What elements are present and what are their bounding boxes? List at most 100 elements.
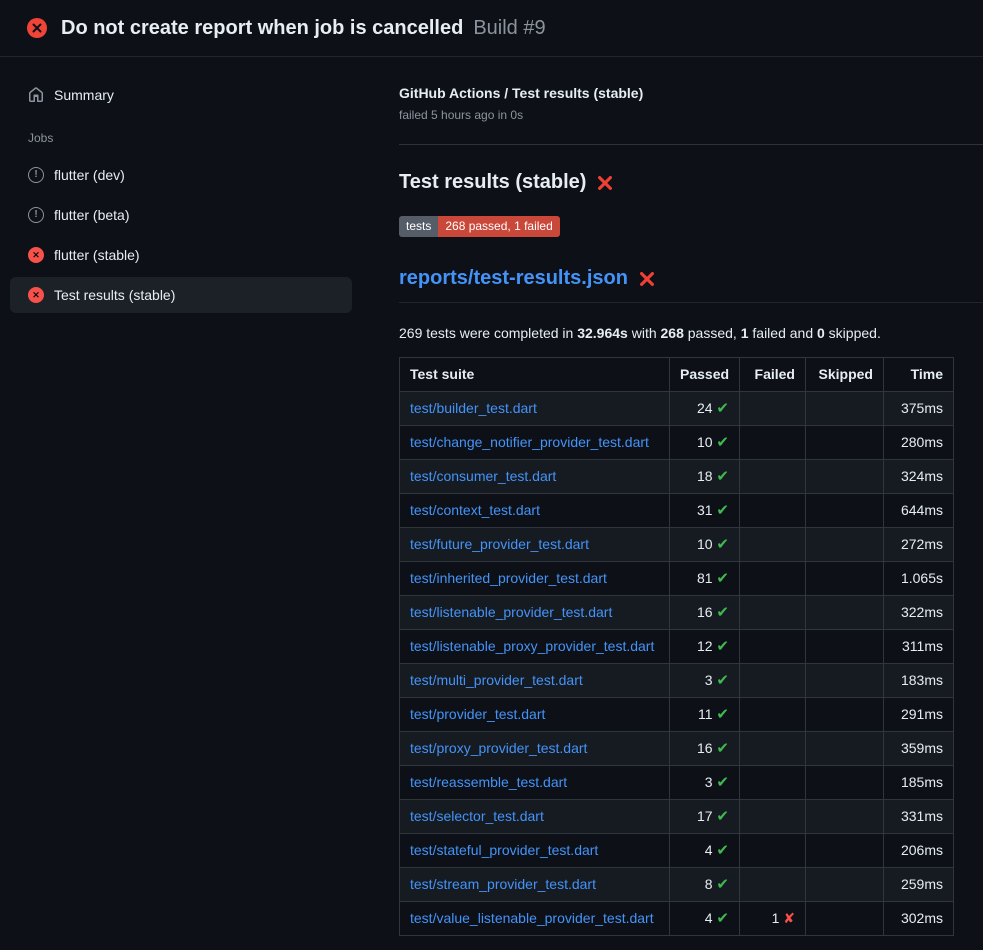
sidebar-item-summary[interactable]: Summary xyxy=(10,77,352,113)
check-mark-icon: ✔ xyxy=(716,604,729,621)
passed-cell: 24 ✔ xyxy=(670,392,740,426)
table-row: test/stateful_provider_test.dart4 ✔206ms xyxy=(400,834,954,868)
table-row: test/inherited_provider_test.dart 81 ✔ 1.0… xyxy=(400,562,954,596)
test-suite-link[interactable]: test/builder_test.dart xyxy=(410,400,537,416)
jobs-section-label: Jobs xyxy=(28,131,352,145)
table-row: test/proxy_provider_test.dart16 ✔359ms xyxy=(400,732,954,766)
run-title: Do not create report when job is cancell… xyxy=(61,17,463,40)
test-suite-link[interactable]: test/selector_test.dart xyxy=(410,808,544,824)
column-header-skipped: Skipped xyxy=(806,358,884,392)
summary-text: passed, xyxy=(684,325,741,341)
passed-cell: 81 ✔ xyxy=(670,562,740,596)
failed-cell xyxy=(740,494,806,528)
results-table-body: test/builder_test.dart24 ✔375mstest/chan… xyxy=(400,392,954,936)
test-suite-cell: test/consumer_test.dart xyxy=(400,460,670,494)
failed-cell xyxy=(740,766,806,800)
failed-cell xyxy=(740,800,806,834)
skipped-cell xyxy=(806,902,884,936)
time-cell: 183ms xyxy=(884,664,954,698)
skipped-cell xyxy=(806,834,884,868)
test-suite-link[interactable]: test/listenable_provider_test.dart xyxy=(410,604,612,620)
report-link[interactable]: reports/test-results.json xyxy=(399,267,628,290)
x-circle-icon xyxy=(27,18,47,38)
badge-label: tests xyxy=(399,216,438,237)
passed-cell: 12 ✔ xyxy=(670,630,740,664)
test-suite-link[interactable]: test/multi_provider_test.dart xyxy=(410,672,583,688)
failed-cell xyxy=(740,698,806,732)
test-suite-cell: test/future_provider_test.dart xyxy=(400,528,670,562)
passed-cell: 4 ✔ xyxy=(670,834,740,868)
passed-cell: 3 ✔ xyxy=(670,766,740,800)
test-suite-link[interactable]: test/context_test.dart xyxy=(410,502,540,518)
tests-badge: tests 268 passed, 1 failed xyxy=(399,216,560,237)
skipped-cell xyxy=(806,392,884,426)
passed-cell: 8 ✔ xyxy=(670,868,740,902)
test-suite-link[interactable]: test/reassemble_test.dart xyxy=(410,774,567,790)
badge-value: 268 passed, 1 failed xyxy=(438,216,559,237)
check-mark-icon: ✔ xyxy=(716,502,729,519)
column-header-time: Time xyxy=(884,358,954,392)
skipped-cell xyxy=(806,698,884,732)
column-header-failed: Failed xyxy=(740,358,806,392)
time-cell: 644ms xyxy=(884,494,954,528)
report-heading: reports/test-results.json xyxy=(399,267,983,303)
test-suite-link[interactable]: test/change_notifier_provider_test.dart xyxy=(410,434,649,450)
table-row: test/stream_provider_test.dart 8 ✔ 259ms xyxy=(400,868,954,902)
sidebar-item-flutter-stable[interactable]: ✕flutter (stable) xyxy=(10,237,352,273)
test-suite-link[interactable]: test/stateful_provider_test.dart xyxy=(410,842,598,858)
skipped-cell xyxy=(806,426,884,460)
divider xyxy=(399,144,983,145)
test-suite-link[interactable]: test/provider_test.dart xyxy=(410,706,545,722)
test-suite-link[interactable]: test/proxy_provider_test.dart xyxy=(410,740,587,756)
table-row: test/value_listenable_provider_test.dart… xyxy=(400,902,954,936)
breadcrumb: GitHub Actions / Test results (stable) xyxy=(399,85,983,101)
failed-cell xyxy=(740,834,806,868)
passed-cell: 10 ✔ xyxy=(670,426,740,460)
failed-cell xyxy=(740,528,806,562)
passed-cell: 10 ✔ xyxy=(670,528,740,562)
summary-number: 1 xyxy=(741,325,749,341)
table-row: test/provider_test.dart11 ✔291ms xyxy=(400,698,954,732)
summary-number: 268 xyxy=(661,325,684,341)
skipped-cell xyxy=(806,732,884,766)
summary-text: failed and xyxy=(749,325,818,341)
cross-mark-icon xyxy=(596,174,614,192)
check-mark-icon: ✔ xyxy=(716,570,729,587)
test-suite-link[interactable]: test/inherited_provider_test.dart xyxy=(410,570,607,586)
check-mark-icon: ✔ xyxy=(716,842,729,859)
check-mark-icon: ✔ xyxy=(716,706,729,723)
skipped-cell xyxy=(806,460,884,494)
time-cell: 322ms xyxy=(884,596,954,630)
section-title-text: Test results (stable) xyxy=(399,171,586,194)
column-header-passed: Passed xyxy=(670,358,740,392)
time-cell: 259ms xyxy=(884,868,954,902)
failed-cell xyxy=(740,732,806,766)
table-row: test/multi_provider_test.dart 3 ✔ 183ms xyxy=(400,664,954,698)
alert-circle-icon: ! xyxy=(28,207,44,223)
test-suite-link[interactable]: test/future_provider_test.dart xyxy=(410,536,589,552)
passed-cell: 16 ✔ xyxy=(670,596,740,630)
test-suite-link[interactable]: test/stream_provider_test.dart xyxy=(410,876,596,892)
check-mark-icon: ✔ xyxy=(716,672,729,689)
test-suite-link[interactable]: test/listenable_proxy_provider_test.dart xyxy=(410,638,654,654)
sidebar-item-test-results-stable[interactable]: ✕Test results (stable) xyxy=(10,277,352,313)
test-suite-cell: test/reassemble_test.dart xyxy=(400,766,670,800)
check-mark-icon: ✔ xyxy=(716,910,729,927)
passed-cell: 3 ✔ xyxy=(670,664,740,698)
passed-cell: 31 ✔ xyxy=(670,494,740,528)
sidebar-item-flutter-beta[interactable]: !flutter (beta) xyxy=(10,197,352,233)
time-cell: 1.065s xyxy=(884,562,954,596)
sidebar-jobs-list: ! flutter (dev) !flutter (beta) ✕flutter (s… xyxy=(10,157,352,313)
time-cell: 280ms xyxy=(884,426,954,460)
build-number: Build #9 xyxy=(473,17,545,40)
sidebar-item-flutter-dev[interactable]: ! flutter (dev) xyxy=(10,157,352,193)
sidebar-item-label: flutter (dev) xyxy=(54,167,125,183)
test-suite-cell: test/stream_provider_test.dart xyxy=(400,868,670,902)
alert-circle-icon: ! xyxy=(28,167,44,183)
test-suite-link[interactable]: test/value_listenable_provider_test.dart xyxy=(410,910,654,926)
test-suite-cell: test/inherited_provider_test.dart xyxy=(400,562,670,596)
run-meta: failed 5 hours ago in 0s xyxy=(399,108,983,122)
failed-cell xyxy=(740,664,806,698)
test-suite-link[interactable]: test/consumer_test.dart xyxy=(410,468,556,484)
test-suite-cell: test/multi_provider_test.dart xyxy=(400,664,670,698)
